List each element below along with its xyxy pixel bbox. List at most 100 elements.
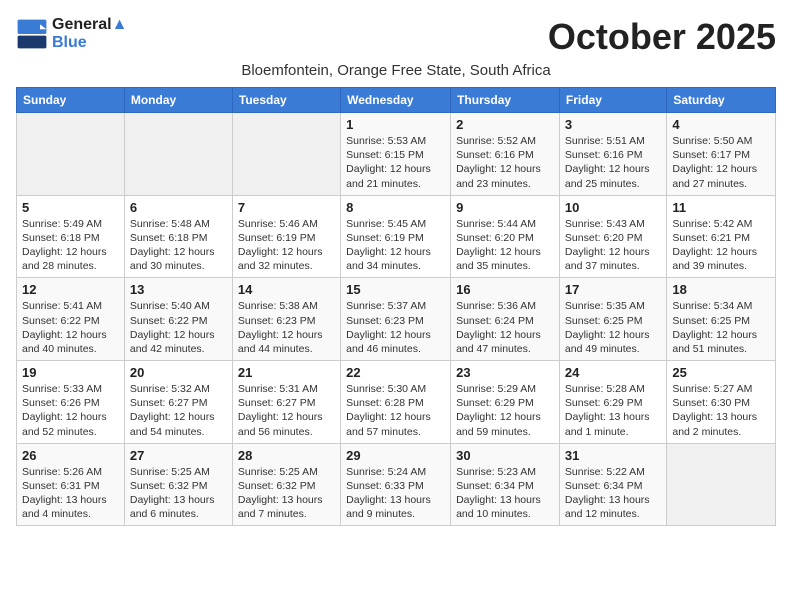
day-number: 3 <box>565 117 661 132</box>
calendar-table: SundayMondayTuesdayWednesdayThursdayFrid… <box>16 87 776 526</box>
calendar-cell: 5 Sunrise: 5:49 AM Sunset: 6:18 PM Daylig… <box>17 195 125 278</box>
calendar-cell: 9 Sunrise: 5:44 AM Sunset: 6:20 PM Daylig… <box>451 195 560 278</box>
day-info: Sunrise: 5:52 AM Sunset: 6:16 PM Dayligh… <box>456 134 554 191</box>
calendar-cell: 16 Sunrise: 5:36 AM Sunset: 6:24 PM Dayli… <box>451 278 560 361</box>
calendar-cell: 22 Sunrise: 5:30 AM Sunset: 6:28 PM Dayli… <box>341 361 451 444</box>
calendar-header-tuesday: Tuesday <box>232 88 340 113</box>
day-number: 31 <box>565 448 661 463</box>
day-number: 2 <box>456 117 554 132</box>
day-number: 4 <box>672 117 770 132</box>
calendar-cell: 25Sunrise: 5:27 AM Sunset: 6:30 PM Dayli… <box>667 361 776 444</box>
day-number: 10 <box>565 200 661 215</box>
calendar-cell: 27 Sunrise: 5:25 AM Sunset: 6:32 PM Dayli… <box>124 443 232 526</box>
day-number: 30 <box>456 448 554 463</box>
day-number: 25 <box>672 365 770 380</box>
day-number: 23 <box>456 365 554 380</box>
day-number: 13 <box>130 282 227 297</box>
calendar-cell <box>232 113 340 196</box>
day-info: Sunrise: 5:24 AM Sunset: 6:33 PM Dayligh… <box>346 465 445 522</box>
day-info: Sunrise: 5:30 AM Sunset: 6:28 PM Dayligh… <box>346 382 445 439</box>
day-number: 26 <box>22 448 119 463</box>
day-number: 19 <box>22 365 119 380</box>
day-number: 15 <box>346 282 445 297</box>
calendar-cell: 2 Sunrise: 5:52 AM Sunset: 6:16 PM Daylig… <box>451 113 560 196</box>
calendar-cell <box>124 113 232 196</box>
day-info: Sunrise: 5:23 AM Sunset: 6:34 PM Dayligh… <box>456 465 554 522</box>
calendar-cell: 30 Sunrise: 5:23 AM Sunset: 6:34 PM Dayli… <box>451 443 560 526</box>
calendar-header-saturday: Saturday <box>667 88 776 113</box>
day-number: 11 <box>672 200 770 215</box>
day-number: 14 <box>238 282 335 297</box>
day-number: 24 <box>565 365 661 380</box>
calendar-header-wednesday: Wednesday <box>341 88 451 113</box>
day-number: 27 <box>130 448 227 463</box>
calendar-cell: 18Sunrise: 5:34 AM Sunset: 6:25 PM Dayli… <box>667 278 776 361</box>
day-info: Sunrise: 5:53 AM Sunset: 6:15 PM Dayligh… <box>346 134 445 191</box>
calendar-cell: 11 Sunrise: 5:42 AM Sunset: 6:21 PM Dayli… <box>667 195 776 278</box>
day-info: Sunrise: 5:36 AM Sunset: 6:24 PM Dayligh… <box>456 299 554 356</box>
calendar-week-row: 19Sunrise: 5:33 AM Sunset: 6:26 PM Dayli… <box>17 361 776 444</box>
day-info: Sunrise: 5:28 AM Sunset: 6:29 PM Dayligh… <box>565 382 661 439</box>
day-number: 29 <box>346 448 445 463</box>
calendar-cell: 29 Sunrise: 5:24 AM Sunset: 6:33 PM Dayli… <box>341 443 451 526</box>
calendar-cell <box>17 113 125 196</box>
calendar-header-friday: Friday <box>559 88 666 113</box>
day-info: Sunrise: 5:46 AM Sunset: 6:19 PM Dayligh… <box>238 217 335 274</box>
day-info: Sunrise: 5:49 AM Sunset: 6:18 PM Dayligh… <box>22 217 119 274</box>
calendar-cell: 31Sunrise: 5:22 AM Sunset: 6:34 PM Dayli… <box>559 443 666 526</box>
day-info: Sunrise: 5:45 AM Sunset: 6:19 PM Dayligh… <box>346 217 445 274</box>
day-info: Sunrise: 5:40 AM Sunset: 6:22 PM Dayligh… <box>130 299 227 356</box>
day-number: 21 <box>238 365 335 380</box>
day-info: Sunrise: 5:48 AM Sunset: 6:18 PM Dayligh… <box>130 217 227 274</box>
day-number: 7 <box>238 200 335 215</box>
calendar-cell: 7 Sunrise: 5:46 AM Sunset: 6:19 PM Daylig… <box>232 195 340 278</box>
calendar-cell: 14 Sunrise: 5:38 AM Sunset: 6:23 PM Dayli… <box>232 278 340 361</box>
day-info: Sunrise: 5:41 AM Sunset: 6:22 PM Dayligh… <box>22 299 119 356</box>
location-title: Bloemfontein, Orange Free State, South A… <box>16 62 776 79</box>
day-info: Sunrise: 5:42 AM Sunset: 6:21 PM Dayligh… <box>672 217 770 274</box>
calendar-cell <box>667 443 776 526</box>
calendar-week-row: 12 Sunrise: 5:41 AM Sunset: 6:22 PM Dayli… <box>17 278 776 361</box>
calendar-header-sunday: Sunday <box>17 88 125 113</box>
day-number: 20 <box>130 365 227 380</box>
calendar-header-row: SundayMondayTuesdayWednesdayThursdayFrid… <box>17 88 776 113</box>
day-number: 1 <box>346 117 445 132</box>
day-info: Sunrise: 5:31 AM Sunset: 6:27 PM Dayligh… <box>238 382 335 439</box>
day-number: 17 <box>565 282 661 297</box>
calendar-cell: 17 Sunrise: 5:35 AM Sunset: 6:25 PM Dayli… <box>559 278 666 361</box>
calendar-cell: 8 Sunrise: 5:45 AM Sunset: 6:19 PM Daylig… <box>341 195 451 278</box>
logo: General▲ Blue <box>16 16 127 51</box>
title-area: October 2025 <box>548 16 776 58</box>
calendar-cell: 21 Sunrise: 5:31 AM Sunset: 6:27 PM Dayli… <box>232 361 340 444</box>
day-info: Sunrise: 5:38 AM Sunset: 6:23 PM Dayligh… <box>238 299 335 356</box>
day-info: Sunrise: 5:37 AM Sunset: 6:23 PM Dayligh… <box>346 299 445 356</box>
day-info: Sunrise: 5:25 AM Sunset: 6:32 PM Dayligh… <box>130 465 227 522</box>
day-number: 12 <box>22 282 119 297</box>
day-info: Sunrise: 5:43 AM Sunset: 6:20 PM Dayligh… <box>565 217 661 274</box>
day-number: 22 <box>346 365 445 380</box>
calendar-cell: 23Sunrise: 5:29 AM Sunset: 6:29 PM Dayli… <box>451 361 560 444</box>
day-info: Sunrise: 5:35 AM Sunset: 6:25 PM Dayligh… <box>565 299 661 356</box>
calendar-cell: 26Sunrise: 5:26 AM Sunset: 6:31 PM Dayli… <box>17 443 125 526</box>
calendar-cell: 6 Sunrise: 5:48 AM Sunset: 6:18 PM Daylig… <box>124 195 232 278</box>
day-info: Sunrise: 5:44 AM Sunset: 6:20 PM Dayligh… <box>456 217 554 274</box>
month-title: October 2025 <box>548 16 776 58</box>
day-info: Sunrise: 5:50 AM Sunset: 6:17 PM Dayligh… <box>672 134 770 191</box>
calendar-header-thursday: Thursday <box>451 88 560 113</box>
calendar-week-row: 5 Sunrise: 5:49 AM Sunset: 6:18 PM Daylig… <box>17 195 776 278</box>
calendar-cell: 20Sunrise: 5:32 AM Sunset: 6:27 PM Dayli… <box>124 361 232 444</box>
day-number: 5 <box>22 200 119 215</box>
day-info: Sunrise: 5:25 AM Sunset: 6:32 PM Dayligh… <box>238 465 335 522</box>
calendar-cell: 10 Sunrise: 5:43 AM Sunset: 6:20 PM Dayli… <box>559 195 666 278</box>
day-number: 8 <box>346 200 445 215</box>
calendar-cell: 1 Sunrise: 5:53 AM Sunset: 6:15 PM Daylig… <box>341 113 451 196</box>
day-number: 9 <box>456 200 554 215</box>
day-info: Sunrise: 5:51 AM Sunset: 6:16 PM Dayligh… <box>565 134 661 191</box>
calendar-cell: 28Sunrise: 5:25 AM Sunset: 6:32 PM Dayli… <box>232 443 340 526</box>
calendar-cell: 3 Sunrise: 5:51 AM Sunset: 6:16 PM Daylig… <box>559 113 666 196</box>
day-number: 6 <box>130 200 227 215</box>
header: General▲ Blue October 2025 <box>16 16 776 58</box>
calendar-cell: 15 Sunrise: 5:37 AM Sunset: 6:23 PM Dayli… <box>341 278 451 361</box>
calendar-week-row: 1 Sunrise: 5:53 AM Sunset: 6:15 PM Daylig… <box>17 113 776 196</box>
day-number: 16 <box>456 282 554 297</box>
